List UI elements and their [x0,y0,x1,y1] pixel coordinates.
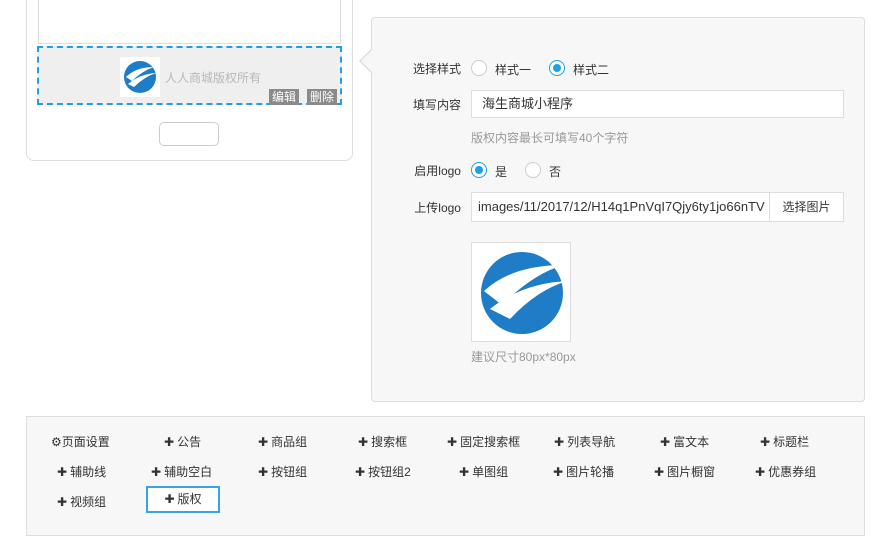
upload-path-input[interactable]: images/11/2017/12/H14q1PnVqI7Qjy6ty1jo66… [471,192,770,222]
plus-icon: ✚ [755,465,766,479]
plus-icon: ✚ [164,435,175,449]
logo-yes-label: 是 [495,165,508,179]
logo-icon [120,57,160,97]
toolbar-item-search-box[interactable]: ✚ 搜索框 [358,433,407,450]
toolbar-item-list-nav[interactable]: ✚ 列表导航 [554,433,615,450]
plus-icon: ✚ [554,435,565,449]
upload-label: 上传logo [414,201,461,215]
plus-icon: ✚ [447,435,458,449]
style-one-radio[interactable] [471,60,487,76]
plus-icon: ✚ [57,495,68,509]
plus-icon: ✚ [355,465,366,479]
logo-yes-radio[interactable] [471,162,487,178]
toolbar-item-guide-line[interactable]: ✚ 辅助线 [57,463,106,480]
toolbar-item-fixed-search[interactable]: ✚ 固定搜索框 [447,433,520,450]
toolbar-item-goods-group[interactable]: ✚ 商品组 [258,433,307,450]
plus-icon: ✚ [164,492,175,506]
toolbar-item-notice[interactable]: ✚ 公告 [164,433,201,450]
style-two-label: 样式二 [573,63,610,77]
toolbar-item-copyright[interactable]: ✚ 版权 [146,486,220,513]
content-input[interactable]: 海生商城小程序 [471,90,844,118]
style-two-radio[interactable] [549,60,565,76]
toolbar-item-single-image[interactable]: ✚ 单图组 [459,463,508,480]
phone-screen [38,0,341,44]
plus-icon: ✚ [151,465,162,479]
logo-preview [471,242,571,342]
toolbar-item-video-group[interactable]: ✚ 视频组 [57,493,106,510]
toolbar-item-coupon-group[interactable]: ✚ 优惠券组 [755,463,816,480]
copyright-preview-block[interactable]: 人人商城版权所有 编辑 删除 [37,46,342,105]
plus-icon: ✚ [258,465,269,479]
plus-icon: ✚ [258,435,269,449]
content-hint: 版权内容最长可填写40个字符 [471,131,629,145]
plus-icon: ✚ [459,465,470,479]
style-label: 选择样式 [412,62,461,76]
select-image-button[interactable]: 选择图片 [769,192,844,222]
logo-no-radio[interactable] [525,162,541,178]
plus-icon: ✚ [654,465,665,479]
logo-preview-icon [481,252,568,334]
toolbar-item-page-settings[interactable]: ⚙页面设置 [51,433,110,450]
toolbar-item-button-group-2[interactable]: ✚ 按钮组2 [355,463,411,480]
size-hint: 建议尺寸80px*80px [471,350,576,364]
toolbar-item-rich-text[interactable]: ✚ 富文本 [660,433,709,450]
gear-icon: ⚙ [51,435,62,449]
delete-button[interactable]: 删除 [307,89,338,105]
toolbar-item-image-window[interactable]: ✚ 图片橱窗 [654,463,715,480]
style-one-label: 样式一 [495,63,532,77]
toolbar-item-button-group[interactable]: ✚ 按钮组 [258,463,307,480]
toolbar-item-label: 页面设置 [61,435,110,449]
logo-no-label: 否 [549,165,562,179]
logo-enable-label: 启用logo [414,164,461,178]
toolbar-item-blank[interactable]: ✚ 辅助空白 [151,463,212,480]
toolbar-item-carousel[interactable]: ✚ 图片轮播 [553,463,614,480]
plus-icon: ✚ [57,465,68,479]
content-label: 填写内容 [412,98,461,112]
edit-button[interactable]: 编辑 [269,89,300,105]
phone-home-button[interactable] [159,122,219,146]
plus-icon: ✚ [660,435,671,449]
toolbar-item-title-bar[interactable]: ✚ 标题栏 [760,433,809,450]
plus-icon: ✚ [553,465,564,479]
plus-icon: ✚ [358,435,369,449]
plus-icon: ✚ [760,435,771,449]
copyright-preview-text: 人人商城版权所有 [165,71,262,85]
